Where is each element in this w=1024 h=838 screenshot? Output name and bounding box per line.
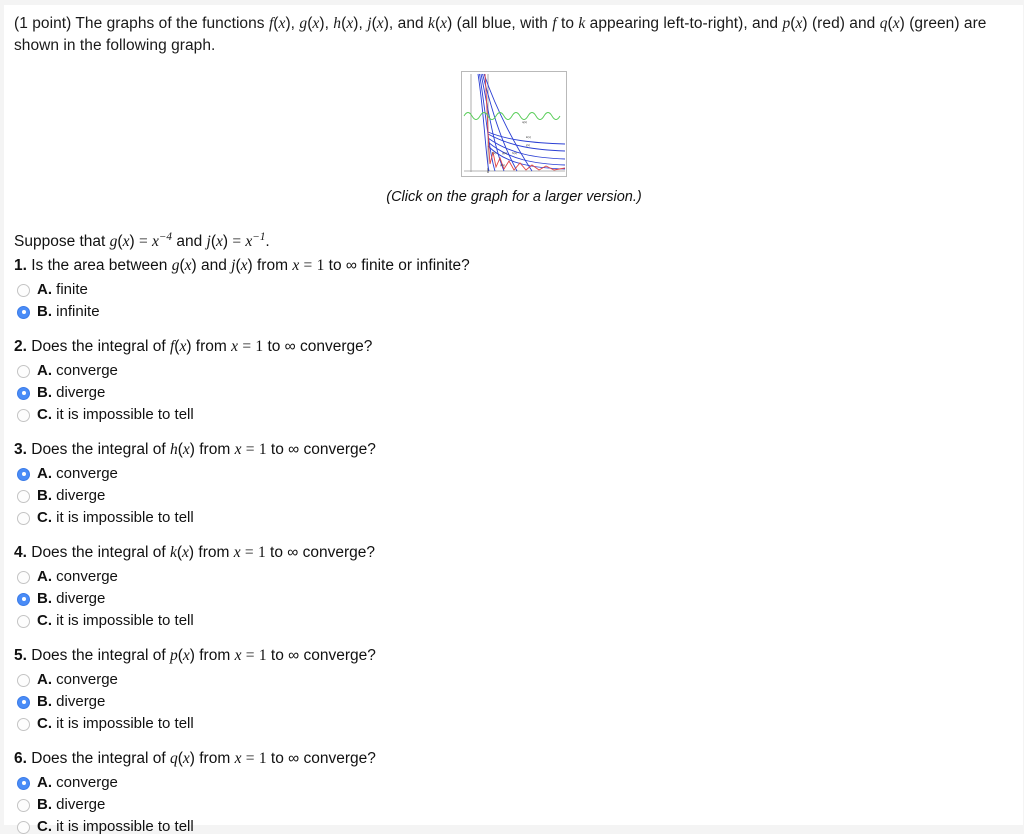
question-5-text: 5. Does the integral of p(x) from x = 1 … [14, 647, 376, 665]
question-6-text: 6. Does the integral of q(x) from x = 1 … [14, 750, 376, 768]
question-4-choice-b[interactable]: B. diverge [14, 588, 1014, 610]
radio-button-selected[interactable] [17, 592, 30, 606]
problem-statement: (1 point) The graphs of the functions f(… [14, 15, 987, 54]
question-4-text: 4. Does the integral of k(x) from x = 1 … [14, 544, 375, 562]
points-label: (1 point) [14, 15, 72, 32]
radio-button-selected[interactable] [17, 695, 30, 709]
question-3-choice-a-label: A. converge [37, 465, 118, 483]
question-2-text: 2. Does the integral of f(x) from x = 1 … [14, 338, 373, 356]
svg-text:p(x): p(x) [500, 163, 505, 167]
question-5-choice-c[interactable]: C. it is impossible to tell [14, 713, 1014, 735]
question-5-choice-a[interactable]: A. converge [14, 669, 1014, 691]
question-6-choice-a-label: A. converge [37, 774, 118, 792]
question-3: 3. Does the integral of h(x) from x = 1 … [14, 440, 1014, 529]
radio-button-selected[interactable] [17, 776, 30, 790]
question-4-choice-a[interactable]: A. converge [14, 566, 1014, 588]
radio-button-unselected[interactable] [17, 614, 30, 628]
question-1-choice-b[interactable]: B. infinite [14, 301, 1014, 323]
problem-content: (1 point) The graphs of the functions f(… [14, 13, 1014, 838]
svg-text:g(x): g(x) [502, 151, 507, 155]
question-3-text: 3. Does the integral of h(x) from x = 1 … [14, 441, 376, 459]
svg-text:f(x): f(x) [492, 151, 496, 155]
question-3-choice-c-label: C. it is impossible to tell [37, 509, 194, 527]
svg-text:k(x): k(x) [526, 135, 531, 139]
question-4-choice-c[interactable]: C. it is impossible to tell [14, 610, 1014, 632]
function-graph-thumbnail[interactable]: q(x) k(x) j(x) f(x) g(x) h(x) p(x) [461, 71, 567, 177]
radio-button-unselected[interactable] [17, 798, 30, 812]
svg-text:h(x): h(x) [512, 151, 517, 155]
radio-button-unselected[interactable] [17, 364, 30, 378]
question-2: 2. Does the integral of f(x) from x = 1 … [14, 337, 1014, 426]
svg-text:j(x): j(x) [525, 143, 530, 147]
graph-caption: (Click on the graph for a larger version… [386, 189, 642, 205]
question-4: 4. Does the integral of k(x) from x = 1 … [14, 543, 1014, 632]
question-5-choice-a-label: A. converge [37, 671, 118, 689]
question-6-choice-b-label: B. diverge [37, 796, 106, 814]
question-6: 6. Does the integral of q(x) from x = 1 … [14, 749, 1014, 838]
radio-button-unselected[interactable] [17, 283, 30, 297]
question-2-choice-b[interactable]: B. diverge [14, 382, 1014, 404]
question-1-text: 1. Is the area between g(x) and j(x) fro… [14, 257, 470, 275]
question-1-choice-a-label: A. finite [37, 281, 88, 299]
question-2-choice-b-label: B. diverge [37, 384, 106, 402]
question-6-choice-c-label: C. it is impossible to tell [37, 818, 194, 836]
radio-button-unselected[interactable] [17, 570, 30, 584]
question-6-choice-b[interactable]: B. diverge [14, 794, 1014, 816]
radio-button-unselected[interactable] [17, 673, 30, 687]
radio-button-unselected[interactable] [17, 820, 30, 834]
question-2-choice-a[interactable]: A. converge [14, 360, 1014, 382]
question-1-choice-b-label: B. infinite [37, 303, 100, 321]
question-4-choice-a-label: A. converge [37, 568, 118, 586]
question-2-choice-c[interactable]: C. it is impossible to tell [14, 404, 1014, 426]
question-4-choice-b-label: B. diverge [37, 590, 106, 608]
question-1-choice-a[interactable]: A. finite [14, 279, 1014, 301]
radio-button-selected[interactable] [17, 305, 30, 319]
radio-button-unselected[interactable] [17, 717, 30, 731]
question-5-choice-c-label: C. it is impossible to tell [37, 715, 194, 733]
radio-button-selected[interactable] [17, 467, 30, 481]
question-6-choice-c[interactable]: C. it is impossible to tell [14, 816, 1014, 838]
radio-button-unselected[interactable] [17, 511, 30, 525]
question-3-choice-c[interactable]: C. it is impossible to tell [14, 507, 1014, 529]
question-4-choice-c-label: C. it is impossible to tell [37, 612, 194, 630]
question-6-choice-a[interactable]: A. converge [14, 772, 1014, 794]
graph-block: q(x) k(x) j(x) f(x) g(x) h(x) p(x) (Clic… [14, 71, 1014, 205]
question-1: 1. Is the area between g(x) and j(x) fro… [14, 256, 1014, 323]
graph-svg: q(x) k(x) j(x) f(x) g(x) h(x) p(x) [462, 72, 566, 176]
page-frame: (1 point) The graphs of the functions f(… [0, 0, 1024, 835]
question-3-choice-b[interactable]: B. diverge [14, 485, 1014, 507]
question-2-choice-a-label: A. converge [37, 362, 118, 380]
question-2-choice-c-label: C. it is impossible to tell [37, 406, 194, 424]
question-5-choice-b-label: B. diverge [37, 693, 106, 711]
question-3-choice-a[interactable]: A. converge [14, 463, 1014, 485]
svg-text:q(x): q(x) [522, 120, 527, 124]
question-5: 5. Does the integral of p(x) from x = 1 … [14, 646, 1014, 735]
question-3-choice-b-label: B. diverge [37, 487, 106, 505]
suppose-line: Suppose that g(x) = x−4 and j(x) = x−1. [14, 231, 270, 251]
radio-button-selected[interactable] [17, 386, 30, 400]
radio-button-unselected[interactable] [17, 408, 30, 422]
page-background: (1 point) The graphs of the functions f(… [4, 5, 1023, 835]
radio-button-unselected[interactable] [17, 489, 30, 503]
question-5-choice-b[interactable]: B. diverge [14, 691, 1014, 713]
